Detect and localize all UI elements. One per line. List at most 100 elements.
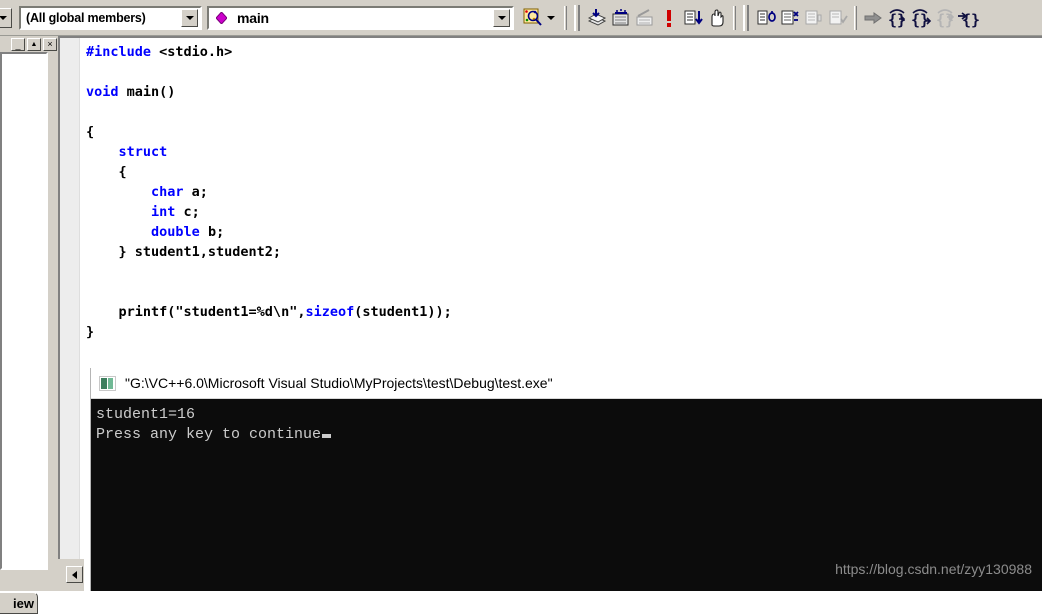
hand-watch-icon bbox=[707, 8, 727, 28]
toolbar-grip bbox=[574, 4, 580, 31]
code-text: c; bbox=[175, 204, 200, 220]
code-text: } bbox=[86, 324, 95, 340]
step-into-button[interactable]: {} bbox=[885, 6, 909, 30]
restart-debug-icon bbox=[587, 8, 607, 28]
code-keyword: char bbox=[151, 184, 184, 200]
code-text: main() bbox=[118, 84, 176, 100]
variables-window-icon bbox=[780, 8, 800, 28]
workspace-tree[interactable] bbox=[0, 52, 48, 570]
exclamation-icon bbox=[663, 8, 675, 28]
chevron-down-icon bbox=[547, 15, 555, 20]
workspace-restore-button[interactable]: ▲ bbox=[27, 37, 41, 51]
apply-code-changes-button[interactable] bbox=[657, 6, 681, 30]
watch-window-button[interactable] bbox=[754, 6, 778, 30]
code-line: printf("student1=%d\n",sizeof(student1))… bbox=[86, 302, 452, 322]
code-keyword: struct bbox=[118, 144, 168, 160]
editor-horizontal-scrollbar[interactable] bbox=[58, 559, 84, 591]
watermark-text: https://blog.csdn.net/zyy130988 bbox=[835, 561, 1032, 577]
break-execution-button bbox=[633, 6, 657, 30]
left-arrow-icon bbox=[72, 570, 77, 579]
code-line: double b; bbox=[86, 222, 452, 242]
code-line: int c; bbox=[86, 202, 452, 222]
code-keyword: void bbox=[86, 84, 119, 100]
code-keyword: sizeof bbox=[305, 304, 355, 320]
toolbar-grip-2 bbox=[743, 4, 749, 31]
code-keyword: int bbox=[151, 204, 176, 220]
stop-debugging-button[interactable] bbox=[609, 6, 633, 30]
show-next-statement-button[interactable] bbox=[681, 6, 705, 30]
memory-window-icon bbox=[828, 8, 848, 28]
global-members-combo-button[interactable] bbox=[181, 8, 198, 27]
console-titlebar[interactable]: "G:\VC++6.0\Microsoft Visual Studio\MyPr… bbox=[91, 368, 1042, 399]
code-line: struct bbox=[86, 142, 452, 162]
code-text: { bbox=[86, 124, 95, 140]
magenta-diamond-icon bbox=[216, 11, 227, 24]
find-in-files-button[interactable] bbox=[520, 6, 544, 30]
main-toolbar: (All global members) main {} {} {} {} bbox=[0, 0, 1042, 36]
svg-text:{}: {} bbox=[962, 11, 979, 28]
next-statement-icon bbox=[683, 8, 703, 28]
toolbar-separator-3 bbox=[854, 5, 857, 30]
code-text: { bbox=[86, 164, 127, 180]
chevron-down-icon bbox=[0, 15, 7, 20]
console-line: Press any key to continue bbox=[93, 425, 1042, 445]
run-to-cursor-button[interactable]: {} bbox=[957, 6, 979, 30]
step-into-icon: {} bbox=[886, 8, 908, 28]
member-combo[interactable]: main bbox=[207, 5, 514, 30]
code-text: <stdio.h> bbox=[159, 44, 233, 60]
console-window-icon bbox=[99, 375, 116, 391]
code-line: { bbox=[86, 162, 452, 182]
step-out-icon: {} bbox=[934, 8, 956, 28]
workspace-pane: _ ▲ × iew bbox=[0, 36, 58, 614]
find-in-files-dropdown-button[interactable] bbox=[544, 9, 558, 27]
code-keyword: double bbox=[151, 224, 200, 240]
global-members-combo-value: (All global members) bbox=[26, 10, 146, 25]
quickwatch-button[interactable] bbox=[705, 6, 729, 30]
code-line: } bbox=[86, 322, 452, 342]
member-combo-value: main bbox=[237, 9, 269, 26]
registers-window-button bbox=[802, 6, 826, 30]
toolbar-overflow-button[interactable] bbox=[0, 7, 12, 28]
code-line: #include <stdio.h> bbox=[86, 42, 452, 62]
code-line: } student1,student2; bbox=[86, 242, 452, 262]
find-in-files-icon bbox=[523, 8, 542, 27]
memory-window-button bbox=[826, 6, 850, 30]
break-execution-icon bbox=[635, 8, 655, 28]
source-code: #include <stdio.h> void main() { struct … bbox=[86, 42, 452, 342]
console-window[interactable]: "G:\VC++6.0\Microsoft Visual Studio\MyPr… bbox=[90, 368, 1042, 591]
run-to-cursor-icon: {} bbox=[957, 8, 979, 28]
code-text: } student1,student2; bbox=[86, 244, 282, 260]
console-cursor bbox=[322, 434, 332, 438]
registers-window-icon bbox=[804, 8, 824, 28]
svg-text:{}: {} bbox=[911, 11, 929, 28]
global-members-combo[interactable]: (All global members) bbox=[19, 5, 202, 30]
variables-window-button[interactable] bbox=[778, 6, 802, 30]
workspace-minimize-button[interactable]: _ bbox=[11, 37, 25, 51]
member-combo-button[interactable] bbox=[493, 8, 510, 27]
stop-debugging-icon bbox=[611, 8, 631, 28]
workspace-tab-fileview[interactable]: iew bbox=[0, 592, 38, 614]
step-over-button[interactable]: {} bbox=[909, 6, 933, 30]
code-text: (student1)); bbox=[354, 304, 452, 320]
right-arrow-icon bbox=[863, 11, 883, 25]
restart-button[interactable] bbox=[585, 6, 609, 30]
step-arrow-button[interactable] bbox=[861, 6, 885, 30]
code-line: char a; bbox=[86, 182, 452, 202]
workspace-close-button[interactable]: × bbox=[43, 37, 57, 51]
console-line-text: Press any key to continue bbox=[96, 426, 322, 443]
scroll-left-button[interactable] bbox=[66, 566, 83, 583]
console-title-text: "G:\VC++6.0\Microsoft Visual Studio\MyPr… bbox=[125, 375, 553, 391]
code-text: b; bbox=[199, 224, 225, 240]
code-keyword: #include bbox=[86, 44, 160, 60]
chevron-down-icon bbox=[497, 15, 506, 20]
code-text: printf("student1=%d\n", bbox=[86, 304, 306, 320]
console-line: student1=16 bbox=[96, 406, 196, 423]
